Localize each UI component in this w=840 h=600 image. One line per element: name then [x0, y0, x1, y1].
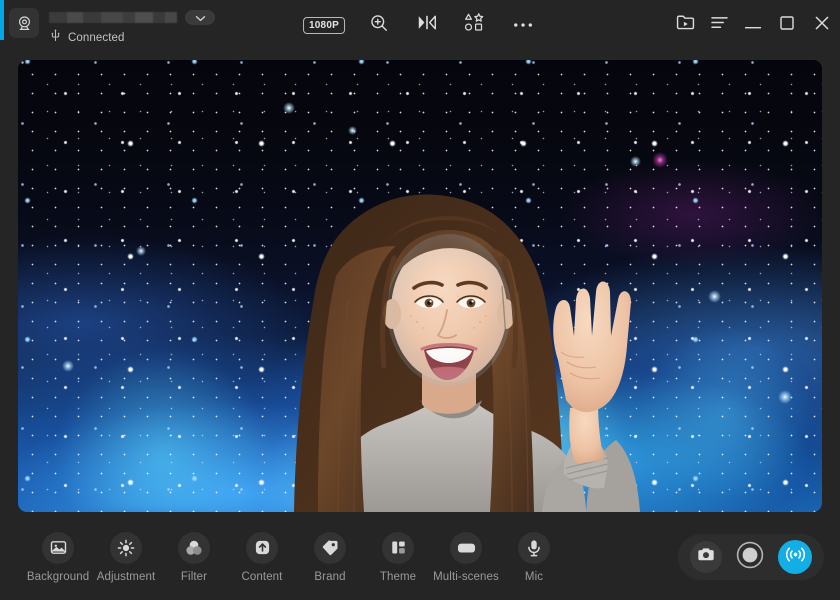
- close-button[interactable]: [804, 10, 840, 40]
- window-controls: [668, 10, 840, 40]
- capture-actions: [678, 534, 824, 580]
- media-library-button[interactable]: [668, 10, 702, 40]
- tool-label: Multi-scenes: [433, 571, 499, 583]
- close-icon: [814, 15, 830, 36]
- tool-label: Adjustment: [97, 571, 156, 583]
- maximize-button[interactable]: [770, 10, 804, 40]
- mirror-flip-icon: [416, 13, 438, 37]
- layout-blocks-icon: [382, 532, 414, 564]
- webcam-icon: [9, 8, 39, 38]
- preview-area: [0, 52, 840, 514]
- connection-status: Connected: [49, 29, 215, 47]
- tool-brand[interactable]: Brand: [296, 532, 364, 583]
- title-bar: Connected 1080P: [0, 0, 840, 52]
- tool-content[interactable]: Content: [228, 532, 296, 583]
- scene-rectangle-icon: [450, 532, 482, 564]
- minimize-button[interactable]: [736, 10, 770, 40]
- filter-circles-icon: [178, 532, 210, 564]
- device-selector[interactable]: Connected: [0, 0, 215, 47]
- tool-label: Theme: [380, 571, 416, 583]
- waving-hand: [553, 282, 631, 413]
- zoom-in-button[interactable]: [365, 11, 393, 39]
- maximize-icon: [780, 16, 794, 35]
- broadcast-button[interactable]: [778, 540, 812, 574]
- mirror-button[interactable]: [413, 11, 441, 39]
- record-button[interactable]: [734, 541, 766, 573]
- upload-arrow-icon: [246, 532, 278, 564]
- minimize-icon: [745, 16, 761, 34]
- camera-preview[interactable]: [18, 60, 822, 512]
- preview-tools: 1080P: [303, 11, 537, 39]
- tool-theme[interactable]: Theme: [364, 532, 432, 583]
- subject-person: [18, 60, 822, 512]
- tool-label: Brand: [314, 571, 345, 583]
- tool-multi-scenes[interactable]: Multi-scenes: [432, 532, 500, 583]
- more-options-button[interactable]: [509, 11, 537, 39]
- accent-strip: [0, 0, 4, 40]
- connection-status-label: Connected: [68, 32, 125, 44]
- stickers-button[interactable]: [461, 11, 489, 39]
- tool-label: Content: [242, 571, 283, 583]
- tool-filter[interactable]: Filter: [160, 532, 228, 583]
- resolution-badge[interactable]: 1080P: [303, 17, 345, 34]
- record-circle-icon: [736, 541, 764, 574]
- tool-list: Background Adjustment: [0, 532, 568, 583]
- tool-label: Background: [27, 571, 89, 583]
- ellipsis-icon: [513, 16, 533, 34]
- app-window: Connected 1080P: [0, 0, 840, 600]
- snapshot-button[interactable]: [690, 541, 722, 573]
- video-folder-icon: [676, 14, 695, 36]
- microphone-icon: [518, 532, 550, 564]
- device-dropdown-button[interactable]: [185, 10, 215, 25]
- shapes-grid-icon: [464, 12, 485, 38]
- chevron-down-icon: [195, 9, 206, 27]
- brightness-sun-icon: [110, 532, 142, 564]
- menu-button[interactable]: [702, 10, 736, 40]
- tool-background[interactable]: Background: [24, 532, 92, 583]
- tool-label: Filter: [181, 571, 207, 583]
- tag-icon: [314, 532, 346, 564]
- usb-icon: [50, 29, 61, 47]
- magnifier-plus-icon: [369, 13, 389, 38]
- tool-label: Mic: [525, 571, 543, 583]
- broadcast-signal-icon: [785, 544, 806, 570]
- tool-adjustment[interactable]: Adjustment: [92, 532, 160, 583]
- bottom-toolbar: Background Adjustment: [0, 514, 840, 600]
- tool-mic[interactable]: Mic: [500, 532, 568, 583]
- forearm: [569, 404, 604, 464]
- rim-light: [387, 234, 511, 386]
- hamburger-menu-icon: [710, 15, 729, 35]
- image-icon: [42, 532, 74, 564]
- device-name-redacted: [49, 12, 177, 23]
- camera-icon: [697, 547, 715, 567]
